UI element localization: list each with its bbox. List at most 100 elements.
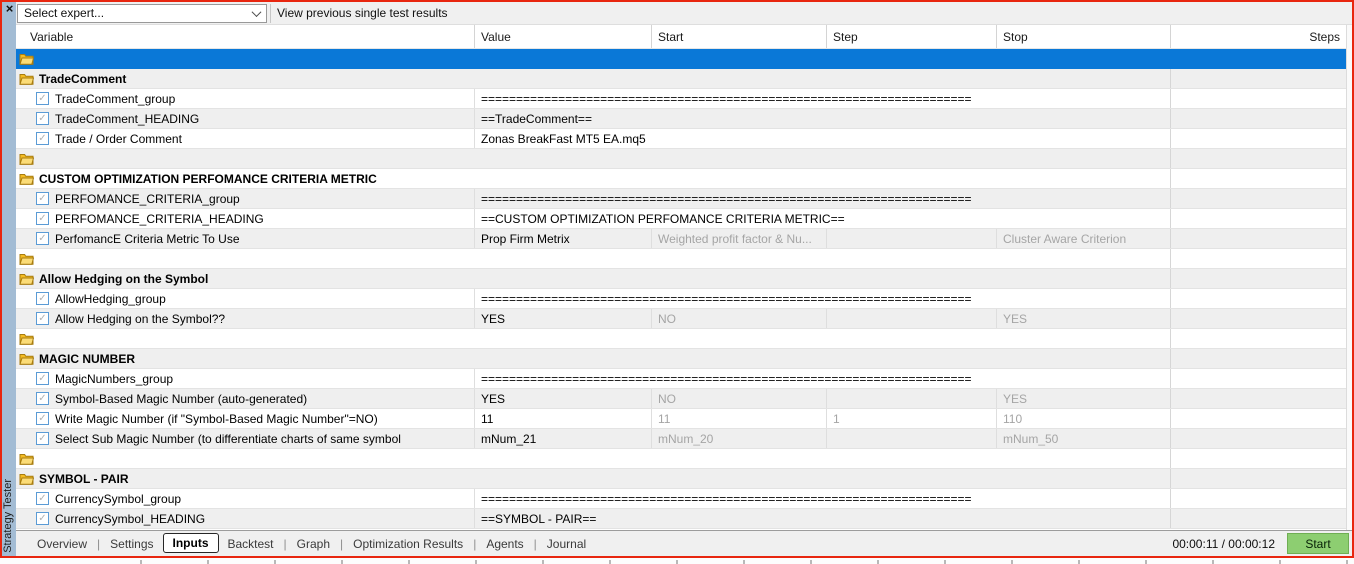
steps-cell — [1170, 189, 1346, 208]
variable-cell: ✓ Allow Hedging on the Symbol?? — [16, 309, 474, 328]
step-cell — [826, 429, 996, 448]
folder-label: CUSTOM OPTIMIZATION PERFOMANCE CRITERIA … — [39, 171, 377, 186]
param-row[interactable]: ✓ CurrencySymbol_HEADING ==SYMBOL - PAIR== — [16, 509, 1346, 529]
check-icon: ✓ — [38, 392, 47, 404]
param-row[interactable]: ✓ PERFOMANCE_CRITERIA_HEADING ==CUSTOM OPT… — [16, 209, 1346, 229]
check-icon: ✓ — [38, 412, 47, 424]
tab-inputs[interactable]: Inputs — [162, 532, 219, 553]
folder-row[interactable] — [16, 329, 1346, 349]
folder-icon — [19, 173, 34, 185]
column-header-stop[interactable]: Stop — [996, 25, 1170, 48]
param-row[interactable]: ✓ Select Sub Magic Number (to differentia… — [16, 429, 1346, 449]
folder-row[interactable]: MAGIC NUMBER — [16, 349, 1346, 369]
steps-cell — [1170, 289, 1346, 308]
tab-journal[interactable]: Journal — [538, 537, 595, 551]
folder-row[interactable] — [16, 449, 1346, 469]
steps-cell — [1170, 129, 1346, 148]
start-button[interactable]: Start — [1287, 533, 1349, 554]
folder-icon — [19, 353, 34, 365]
steps-cell — [1170, 109, 1346, 128]
param-checkbox[interactable]: ✓ — [36, 92, 49, 105]
param-row[interactable]: ✓ Trade / Order Comment Zonas BreakFast MT… — [16, 129, 1346, 149]
param-row[interactable]: ✓ Write Magic Number (if "Symbol-Based Ma… — [16, 409, 1346, 429]
variable-label: CurrencySymbol_group — [55, 491, 182, 506]
param-row[interactable]: ✓ PERFOMANCE_CRITERIA_group ==============… — [16, 189, 1346, 209]
steps-cell — [1170, 49, 1346, 68]
column-header-steps[interactable]: Steps — [1170, 25, 1346, 48]
variable-cell: ✓ Symbol-Based Magic Number (auto-generat… — [16, 389, 474, 408]
value-cell: ========================================… — [474, 89, 1170, 108]
check-icon: ✓ — [38, 372, 47, 384]
folder-row[interactable]: TradeComment — [16, 69, 1346, 89]
check-icon: ✓ — [38, 212, 47, 224]
start-cell: NO — [651, 309, 826, 328]
param-row[interactable]: ✓ TradeComment_group =====================… — [16, 89, 1346, 109]
param-checkbox[interactable]: ✓ — [36, 372, 49, 385]
param-row[interactable]: ✓ Symbol-Based Magic Number (auto-generat… — [16, 389, 1346, 409]
param-checkbox[interactable]: ✓ — [36, 112, 49, 125]
param-row[interactable]: ✓ AllowHedging_group =====================… — [16, 289, 1346, 309]
param-checkbox[interactable]: ✓ — [36, 192, 49, 205]
check-icon: ✓ — [38, 132, 47, 144]
folder-row[interactable]: Allow Hedging on the Symbol — [16, 269, 1346, 289]
folder-label: MAGIC NUMBER — [39, 351, 135, 366]
tab-optimization-results[interactable]: Optimization Results — [344, 537, 472, 551]
panel-side-strip: × Strategy Tester — [2, 2, 16, 556]
steps-cell — [1170, 429, 1346, 448]
steps-cell — [1170, 269, 1346, 288]
variable-label: MagicNumbers_group — [55, 371, 174, 386]
variable-cell: ✓ MagicNumbers_group — [16, 369, 474, 388]
param-row[interactable]: ✓ PerfomancE Criteria Metric To Use Prop F… — [16, 229, 1346, 249]
tab-overview[interactable]: Overview — [28, 537, 96, 551]
variable-cell: ✓ PerfomancE Criteria Metric To Use — [16, 229, 474, 248]
check-icon: ✓ — [38, 292, 47, 304]
strategy-tester-panel: × Strategy Tester Select expert... View … — [2, 2, 1352, 556]
close-icon[interactable]: × — [3, 2, 16, 16]
column-header-step[interactable]: Step — [826, 25, 996, 48]
param-checkbox[interactable]: ✓ — [36, 392, 49, 405]
folder-row[interactable]: SYMBOL - PAIR — [16, 469, 1346, 489]
tab-graph[interactable]: Graph — [288, 537, 339, 551]
folder-label: Allow Hedging on the Symbol — [39, 271, 209, 286]
folder-row[interactable]: CUSTOM OPTIMIZATION PERFOMANCE CRITERIA … — [16, 169, 1346, 189]
tab-backtest[interactable]: Backtest — [219, 537, 283, 551]
param-row[interactable]: ✓ TradeComment_HEADING ==TradeComment== — [16, 109, 1346, 129]
param-checkbox[interactable]: ✓ — [36, 212, 49, 225]
folder-cell — [16, 49, 1170, 68]
param-row[interactable]: ✓ Allow Hedging on the Symbol?? YES NO YES — [16, 309, 1346, 329]
param-checkbox[interactable]: ✓ — [36, 292, 49, 305]
param-checkbox[interactable]: ✓ — [36, 312, 49, 325]
toolbar-divider — [270, 3, 271, 23]
column-header-start[interactable]: Start — [651, 25, 826, 48]
value-cell: ========================================… — [474, 489, 1170, 508]
folder-label: TradeComment — [39, 71, 127, 86]
steps-cell — [1170, 149, 1346, 168]
param-checkbox[interactable]: ✓ — [36, 512, 49, 525]
variable-label: CurrencySymbol_HEADING — [55, 511, 206, 526]
variable-label: Select Sub Magic Number (to differentiat… — [55, 431, 401, 446]
variable-cell: ✓ CurrencySymbol_HEADING — [16, 509, 474, 528]
param-checkbox[interactable]: ✓ — [36, 432, 49, 445]
steps-cell — [1170, 349, 1346, 368]
param-row[interactable]: ✓ CurrencySymbol_group ===================… — [16, 489, 1346, 509]
param-checkbox[interactable]: ✓ — [36, 412, 49, 425]
folder-icon — [19, 273, 34, 285]
step-cell — [826, 389, 996, 408]
folder-cell — [16, 149, 1170, 168]
param-checkbox[interactable]: ✓ — [36, 492, 49, 505]
stop-cell: mNum_50 — [996, 429, 1170, 448]
tab-settings[interactable]: Settings — [101, 537, 162, 551]
folder-row[interactable] — [16, 49, 1346, 69]
param-checkbox[interactable]: ✓ — [36, 132, 49, 145]
column-header-value[interactable]: Value — [474, 25, 651, 48]
expert-select-dropdown[interactable]: Select expert... — [17, 3, 267, 23]
check-icon: ✓ — [38, 312, 47, 324]
folder-cell — [16, 249, 1170, 268]
column-header-variable[interactable]: Variable — [16, 25, 474, 48]
folder-row[interactable] — [16, 249, 1346, 269]
param-checkbox[interactable]: ✓ — [36, 232, 49, 245]
tab-agents[interactable]: Agents — [477, 537, 532, 551]
folder-row[interactable] — [16, 149, 1346, 169]
param-row[interactable]: ✓ MagicNumbers_group =====================… — [16, 369, 1346, 389]
stop-cell: Cluster Aware Criterion — [996, 229, 1170, 248]
